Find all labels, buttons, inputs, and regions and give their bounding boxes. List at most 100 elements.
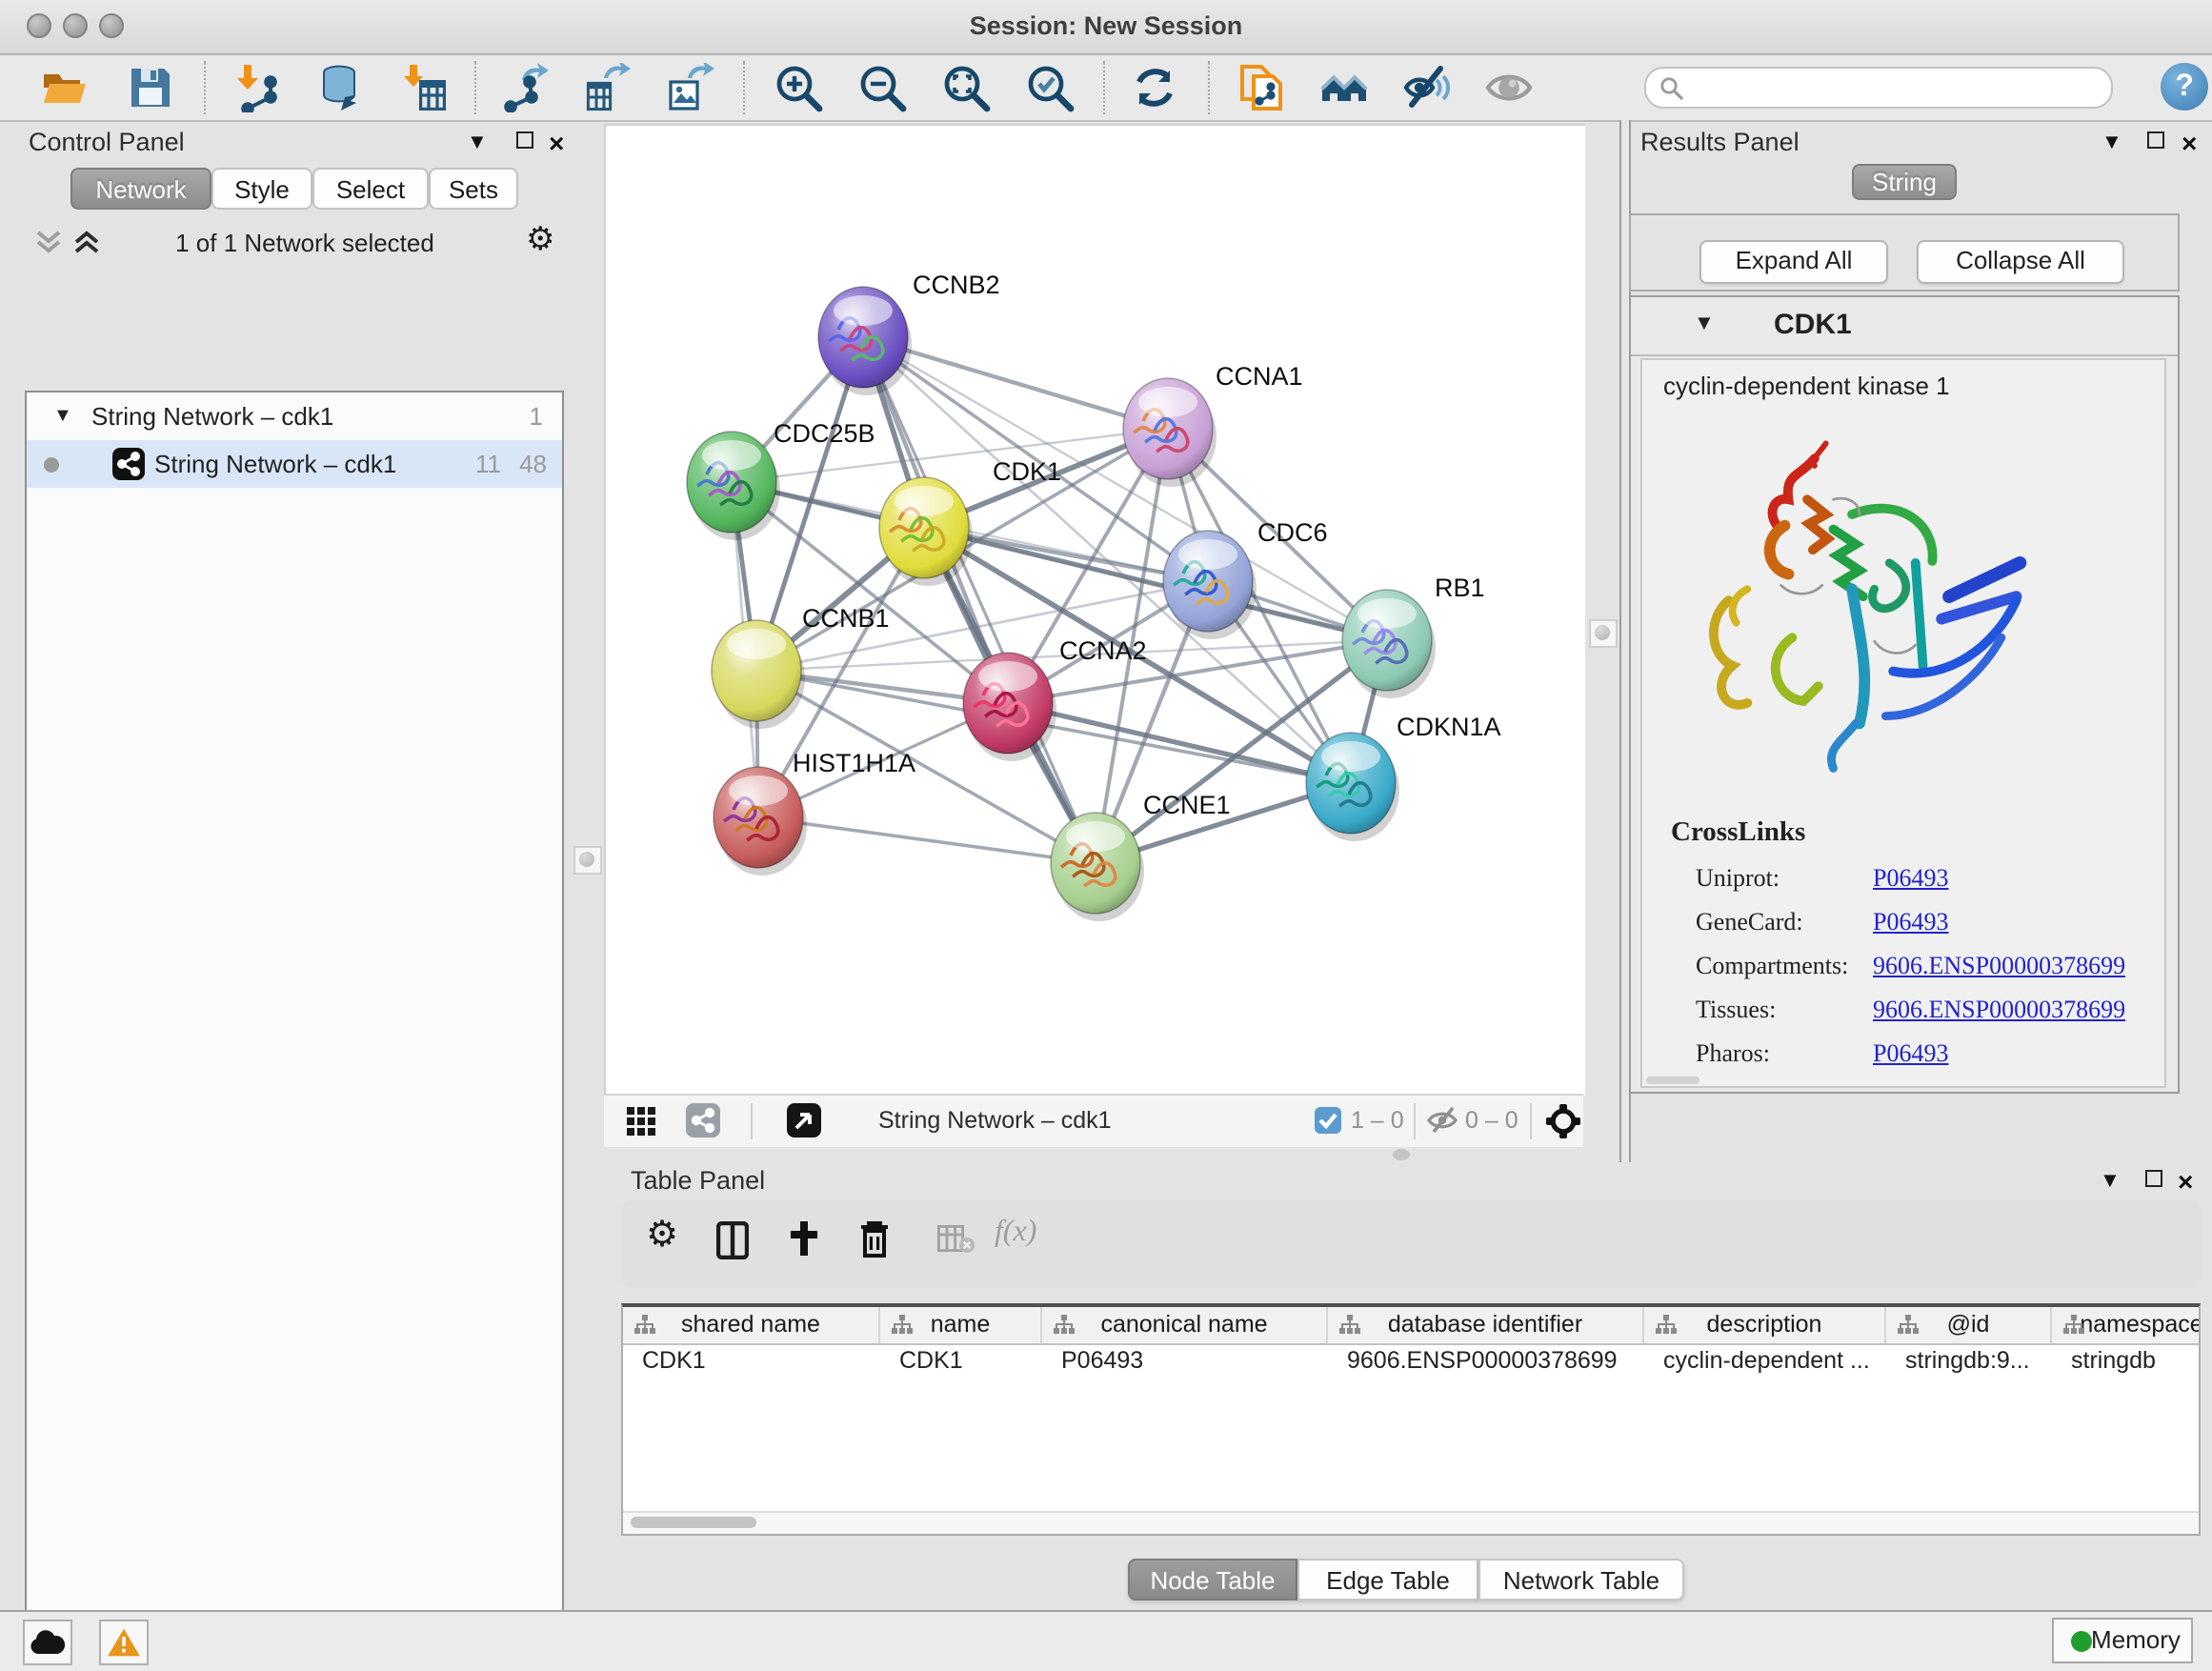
zoom-in-icon[interactable] <box>774 63 823 112</box>
table-panel-float-icon[interactable] <box>2145 1170 2162 1187</box>
control-panel-close-icon[interactable]: × <box>549 133 564 152</box>
column-header--id[interactable]: @id <box>1886 1307 2052 1343</box>
show-eye-icon[interactable] <box>1484 63 1534 112</box>
tab-string-results[interactable]: String <box>1852 164 1957 200</box>
zoom-selected-icon[interactable] <box>1025 63 1075 112</box>
control-panel-float-icon[interactable] <box>516 131 533 149</box>
table-hscrollbar[interactable] <box>623 1511 2199 1534</box>
expand-all-networks-icon[interactable] <box>72 229 101 255</box>
table-row[interactable]: CDK1CDK1P064939606.ENSP00000378699cyclin… <box>623 1345 2199 1378</box>
results-panel-close-icon[interactable]: × <box>2182 133 2197 152</box>
tab-network-table[interactable]: Network Table <box>1478 1559 1684 1601</box>
expand-all-button[interactable]: Expand All <box>1699 240 1888 284</box>
delete-column-trash-icon[interactable] <box>859 1219 890 1258</box>
table-cell[interactable]: P06493 <box>1042 1345 1328 1378</box>
import-database-icon[interactable] <box>314 63 364 112</box>
memory-button[interactable]: Memory <box>2052 1618 2193 1663</box>
crosslink-genecard-link[interactable]: P06493 <box>1873 907 1948 936</box>
tab-sets[interactable]: Sets <box>429 168 518 210</box>
collapse-all-networks-icon[interactable] <box>34 229 63 255</box>
open-session-icon[interactable] <box>40 63 90 112</box>
network-node-CCNE1[interactable]: CCNE1 <box>1051 791 1231 921</box>
column-header-name[interactable]: name <box>880 1307 1042 1343</box>
import-table-icon[interactable] <box>400 63 450 112</box>
zoom-out-icon[interactable] <box>857 63 907 112</box>
crosslink-pharos-link[interactable]: P06493 <box>1873 1038 1948 1067</box>
select-columns-icon[interactable] <box>716 1221 749 1259</box>
grid-view-icon[interactable] <box>627 1107 655 1136</box>
export-table-icon[interactable] <box>581 63 631 112</box>
table-cell[interactable]: stringdb <box>2052 1345 2201 1378</box>
clone-network-icon[interactable] <box>1237 63 1286 112</box>
cloud-status-button[interactable] <box>23 1620 72 1665</box>
results-panel-float-icon[interactable] <box>2147 131 2164 149</box>
network-canvas[interactable]: CCNB2CCNA1CDC25BCDK1CDC6RB1CCNB1CCNA2CDK… <box>604 124 1585 1096</box>
column-header-namespace[interactable]: namespace <box>2052 1307 2201 1343</box>
column-header-canonical-name[interactable]: canonical name <box>1042 1307 1328 1343</box>
refresh-icon[interactable] <box>1130 63 1179 112</box>
tab-node-table[interactable]: Node Table <box>1128 1559 1297 1601</box>
column-header-shared-name[interactable]: shared name <box>623 1307 880 1343</box>
network-node-RB1[interactable]: RB1 <box>1342 574 1485 698</box>
open-view-icon[interactable] <box>787 1103 821 1137</box>
birds-eye-crosshair-icon[interactable] <box>1545 1103 1581 1139</box>
hide-eye-icon[interactable] <box>1402 63 1452 112</box>
table-cell[interactable]: 9606.ENSP00000378699 <box>1328 1345 1644 1378</box>
toolbar-separator <box>1208 61 1210 114</box>
tab-select[interactable]: Select <box>312 168 429 210</box>
table-cell[interactable]: CDK1 <box>880 1345 1042 1378</box>
network-edge-HIST1H1A-CCNE1[interactable] <box>758 817 1096 863</box>
save-session-icon[interactable] <box>126 63 175 112</box>
export-network-icon[interactable] <box>499 63 549 112</box>
node-label-CCNA1: CCNA1 <box>1216 362 1303 391</box>
network-row-selected[interactable]: String Network – cdk1 11 48 <box>27 440 562 488</box>
network-edge-CCNA2-CDKN1A[interactable] <box>1008 703 1351 783</box>
results-panel-collapse-icon[interactable]: ▼ <box>2101 131 2122 154</box>
warning-status-button[interactable] <box>99 1620 149 1665</box>
window-minimize-button[interactable] <box>63 13 88 38</box>
network-node-CCNB2[interactable]: CCNB2 <box>818 271 1000 395</box>
string-view-icon[interactable] <box>686 1103 720 1137</box>
table-cell[interactable]: stringdb:9... <box>1886 1345 2052 1378</box>
home-icon[interactable] <box>1320 63 1370 112</box>
zoom-fit-icon[interactable] <box>941 63 991 112</box>
collapse-all-button[interactable]: Collapse All <box>1917 240 2124 284</box>
entry-collapse-icon[interactable]: ▼ <box>1694 312 1715 335</box>
network-options-gear-icon[interactable]: ⚙ <box>526 221 555 259</box>
table-gear-icon[interactable]: ⚙ <box>646 1214 678 1258</box>
node-label-CCNA2: CCNA2 <box>1059 636 1147 665</box>
tab-network[interactable]: Network <box>70 168 211 210</box>
network-node-HIST1H1A[interactable]: HIST1H1A <box>714 749 915 876</box>
tab-edge-table[interactable]: Edge Table <box>1297 1559 1478 1601</box>
table-panel-close-icon[interactable]: × <box>2178 1172 2193 1191</box>
table-cell[interactable]: cyclin-dependent ... <box>1644 1345 1886 1378</box>
memory-label: Memory <box>2091 1625 2181 1654</box>
network-edge-CCNB2-CCNE1[interactable] <box>863 337 1096 863</box>
crosslink-uniprot-link[interactable]: P06493 <box>1873 863 1948 892</box>
add-column-icon[interactable] <box>789 1219 819 1258</box>
column-header-database-identifier[interactable]: database identifier <box>1328 1307 1644 1343</box>
right-splitter-handle[interactable] <box>1589 619 1618 648</box>
export-image-icon[interactable] <box>665 63 714 112</box>
help-icon[interactable]: ? <box>2161 63 2208 111</box>
control-panel-collapse-icon[interactable]: ▼ <box>467 131 488 154</box>
crosslink-compartments-link[interactable]: 9606.ENSP00000378699 <box>1873 951 2125 979</box>
column-header-description[interactable]: description <box>1644 1307 1886 1343</box>
crosslink-tissues-link[interactable]: 9606.ENSP00000378699 <box>1873 995 2125 1023</box>
search-input[interactable] <box>1644 67 2113 109</box>
import-network-icon[interactable] <box>232 63 282 112</box>
tab-style[interactable]: Style <box>211 168 312 210</box>
network-node-CDKN1A[interactable]: CDKN1A <box>1306 713 1501 841</box>
window-close-button[interactable] <box>27 13 51 38</box>
selected-checkbox-icon[interactable] <box>1315 1107 1341 1134</box>
network-collection-row[interactable]: ▼ String Network – cdk1 1 <box>27 393 562 440</box>
left-splitter-handle[interactable] <box>573 846 602 875</box>
results-entry-header[interactable]: ▼ CDK1 <box>1631 297 2178 356</box>
network-node-CCNA1[interactable]: CCNA1 <box>1123 362 1303 487</box>
table-hscroll-thumb[interactable] <box>631 1517 756 1528</box>
table-panel-collapse-icon[interactable]: ▼ <box>2100 1170 2121 1193</box>
table-cell[interactable]: CDK1 <box>623 1345 880 1378</box>
window-zoom-button[interactable] <box>99 13 124 38</box>
collection-expander-icon[interactable]: ▼ <box>53 393 72 440</box>
card-hscroll-thumb[interactable] <box>1646 1077 1699 1084</box>
